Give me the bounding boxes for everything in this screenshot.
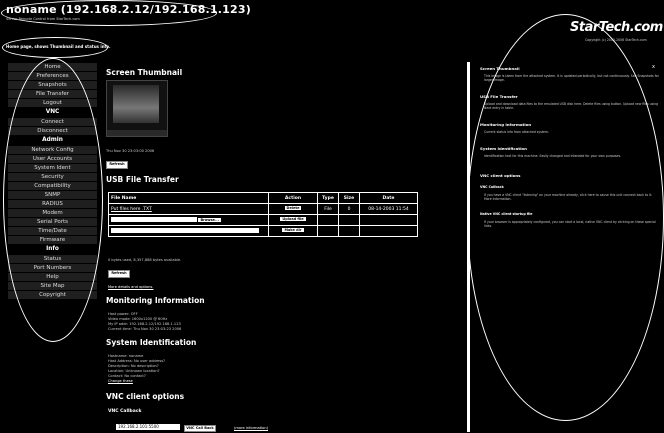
upload-file-button[interactable]: Upload file: [280, 217, 306, 222]
highlight-oval-sidebar: [3, 58, 103, 342]
heading-screen-thumbnail: Screen Thumbnail: [106, 68, 183, 77]
system-line: Contact: No contact?: [108, 374, 146, 378]
new-dir-input[interactable]: [111, 228, 259, 233]
vnc-more-info-link[interactable]: (more information): [234, 426, 268, 430]
upload-file-input[interactable]: [111, 217, 197, 222]
file-size: 0: [338, 203, 360, 215]
thumbnail-refresh-button[interactable]: Refresh: [106, 161, 128, 169]
heading-vnc-callback: VNC Callback: [108, 409, 142, 414]
file-link[interactable]: Put files here .TXT: [111, 207, 152, 212]
col-file-name: File Name: [108, 192, 269, 204]
system-line: Location: Unknown location?: [108, 369, 160, 373]
col-action: Action: [268, 192, 318, 204]
file-transfer-table: File Name Action Type Size Date Put file…: [108, 192, 418, 237]
highlight-oval-title: [1, 0, 217, 26]
browse-button[interactable]: Browse...: [198, 217, 221, 222]
heading-system-identification: System Identification: [106, 338, 197, 347]
monitor-line: Video mode: 1600x1200 @ 60Hz: [108, 317, 168, 321]
thumbnail-timestamp: Thu Nov 30 23:03:00 2006: [106, 149, 155, 153]
delete-button[interactable]: Delete: [284, 206, 302, 211]
highlight-oval-intro: [2, 37, 108, 58]
highlight-oval-help: [467, 14, 664, 421]
monitor-line: Current time: Thu Nov 30 23:03:23 2006: [108, 327, 182, 331]
heading-monitoring: Monitoring Information: [106, 296, 205, 305]
heading-vnc-client-options: VNC client options: [106, 392, 185, 401]
col-date: Date: [359, 192, 418, 204]
close-icon[interactable]: x: [652, 64, 655, 70]
col-type: Type: [317, 192, 339, 204]
file-type: File: [317, 203, 339, 215]
thumbnail-desktop: [113, 85, 159, 123]
system-line: Description: No description?: [108, 364, 159, 368]
monitor-line: My IP addr: 192.168.2.12/192.168.1.123: [108, 322, 181, 326]
heading-usb-file-transfer: USB File Transfer: [106, 175, 179, 184]
thumbnail-taskbar: [107, 130, 167, 136]
change-these-link[interactable]: Change these: [108, 379, 133, 383]
table-row: Put files here .TXT Delete File 0 08-14-…: [108, 203, 418, 215]
system-line: Host Address: No user address?: [108, 359, 166, 363]
bytes-info: 0 bytes used, 8,357,888 bytes available.: [108, 258, 182, 262]
file-date: 08-14-2003 11:54: [359, 203, 418, 215]
screen-thumbnail-image[interactable]: [106, 80, 168, 137]
monitor-line: Host power: OFF: [108, 312, 138, 316]
table-row: Browse... Upload file: [108, 214, 418, 226]
system-line: Hostname: noname: [108, 354, 144, 358]
file-refresh-button[interactable]: Refresh: [108, 270, 130, 278]
vnc-callback-input[interactable]: 192.168.2.101:5500: [116, 424, 180, 430]
vnc-callback-button[interactable]: VNC Call Back: [184, 425, 216, 432]
more-details-link[interactable]: More details and options.: [108, 285, 153, 289]
table-row: Make dir: [108, 225, 418, 237]
make-dir-button[interactable]: Make dir: [282, 228, 304, 233]
col-size: Size: [338, 192, 360, 204]
